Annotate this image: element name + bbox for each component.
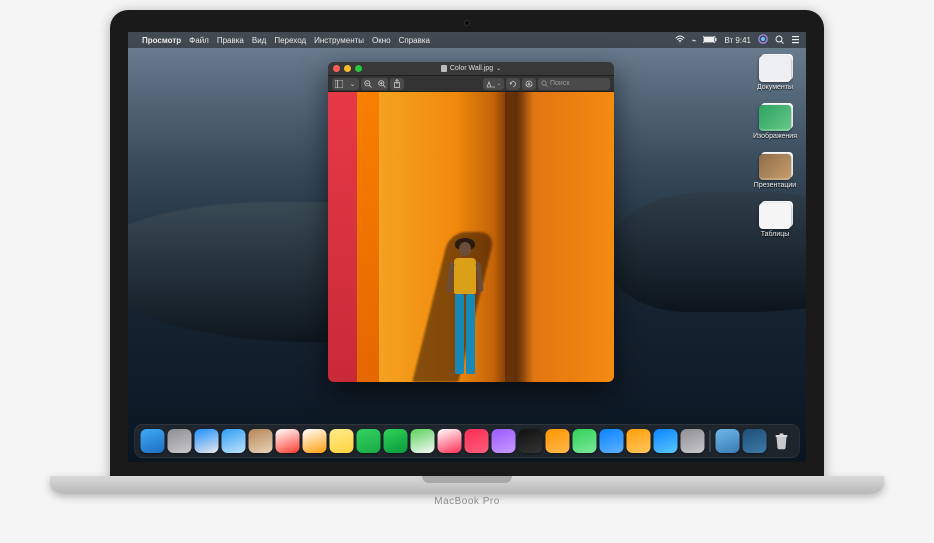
dock-divider	[710, 430, 711, 452]
dock-item-downloads[interactable]	[716, 429, 740, 453]
menu-edit[interactable]: Правка	[217, 36, 244, 45]
dock-app-pages[interactable]	[627, 429, 651, 453]
stack-thumb	[759, 203, 791, 229]
zoom-in-button[interactable]	[375, 78, 388, 90]
dock-app-books[interactable]	[546, 429, 570, 453]
window-titlebar[interactable]: Color Wall.jpg ⌄	[328, 62, 614, 76]
stack-thumb	[759, 105, 791, 131]
dock	[135, 424, 800, 458]
window-toolbar: ⌄ ⌄	[328, 76, 614, 92]
dock-app-photos[interactable]	[438, 429, 462, 453]
stack-documents[interactable]: Документы	[750, 56, 800, 91]
laptop-base	[50, 476, 884, 494]
stack-label: Изображения	[753, 133, 797, 140]
sidebar-toggle[interactable]: ⌄	[332, 78, 359, 90]
menubar: Просмотр Файл Правка Вид Переход Инструм…	[128, 32, 806, 48]
preview-window[interactable]: Color Wall.jpg ⌄ ⌄	[328, 62, 614, 382]
dock-app-numbers[interactable]	[573, 429, 597, 453]
dock-app-reminders[interactable]	[303, 429, 327, 453]
stack-thumb	[759, 154, 791, 180]
document-icon	[441, 65, 447, 72]
device-label: MacBook Pro	[50, 496, 884, 507]
photo-subject	[440, 242, 490, 382]
menu-go[interactable]: Переход	[274, 36, 306, 45]
search-field[interactable]: Поиск	[538, 78, 610, 90]
dock-app-podcasts[interactable]	[492, 429, 516, 453]
dock-app-messages[interactable]	[357, 429, 381, 453]
dock-app-appstore[interactable]	[654, 429, 678, 453]
dock-app-contacts[interactable]	[249, 429, 273, 453]
stack-spreadsheets[interactable]: Таблицы	[750, 203, 800, 238]
dock-app-maps[interactable]	[411, 429, 435, 453]
dock-app-calendar[interactable]	[276, 429, 300, 453]
dock-app-safari[interactable]	[195, 429, 219, 453]
stack-thumb	[759, 56, 791, 82]
stack-presentations[interactable]: Презентации	[750, 154, 800, 189]
share-button[interactable]	[390, 78, 404, 90]
stack-label: Презентации	[754, 182, 796, 189]
bluetooth-icon[interactable]: ⌁	[692, 36, 697, 45]
wifi-icon[interactable]	[675, 35, 685, 45]
zoom-out-button[interactable]	[361, 78, 374, 90]
search-placeholder: Поиск	[550, 80, 569, 87]
menu-view[interactable]: Вид	[252, 36, 266, 45]
chevron-down-icon[interactable]: ⌄	[496, 65, 501, 72]
markup-button[interactable]	[522, 78, 536, 90]
stack-label: Документы	[757, 84, 793, 91]
dock-app-systempreferences[interactable]	[681, 429, 705, 453]
notification-center-icon[interactable]	[791, 35, 800, 46]
desktop-stacks: Документы Изображения Презентации Таблиц…	[750, 56, 800, 238]
dock-app-tv[interactable]	[519, 429, 543, 453]
menu-tools[interactable]: Инструменты	[314, 36, 364, 45]
window-title-text: Color Wall.jpg	[450, 65, 493, 72]
camera-dot	[464, 20, 470, 26]
search-icon	[541, 80, 548, 87]
clock[interactable]: Вт 9:41	[724, 36, 751, 45]
battery-icon[interactable]	[703, 36, 717, 45]
dock-app-finder[interactable]	[141, 429, 165, 453]
trash-icon[interactable]	[770, 429, 794, 453]
app-menu[interactable]: Просмотр	[142, 36, 181, 45]
zoom-controls	[361, 78, 388, 90]
window-title: Color Wall.jpg ⌄	[328, 65, 614, 72]
dock-app-facetime[interactable]	[384, 429, 408, 453]
chevron-down-icon[interactable]: ⌄	[346, 78, 359, 90]
dock-item-recentscreenshot[interactable]	[743, 429, 767, 453]
spotlight-icon[interactable]	[775, 35, 784, 46]
menu-window[interactable]: Окно	[372, 36, 391, 45]
dock-app-music[interactable]	[465, 429, 489, 453]
stack-images[interactable]: Изображения	[750, 105, 800, 140]
dock-app-notes[interactable]	[330, 429, 354, 453]
dock-app-mail[interactable]	[222, 429, 246, 453]
image-viewport[interactable]	[328, 92, 614, 382]
chevron-down-icon: ⌄	[497, 81, 501, 87]
stack-label: Таблицы	[761, 231, 790, 238]
menu-help[interactable]: Справка	[399, 36, 430, 45]
highlight-button[interactable]: ⌄	[483, 78, 504, 90]
dock-app-keynote[interactable]	[600, 429, 624, 453]
desktop: Просмотр Файл Правка Вид Переход Инструм…	[128, 32, 806, 462]
dock-app-launchpad[interactable]	[168, 429, 192, 453]
menu-file[interactable]: Файл	[189, 36, 209, 45]
siri-icon[interactable]	[758, 34, 768, 46]
rotate-button[interactable]	[506, 78, 520, 90]
